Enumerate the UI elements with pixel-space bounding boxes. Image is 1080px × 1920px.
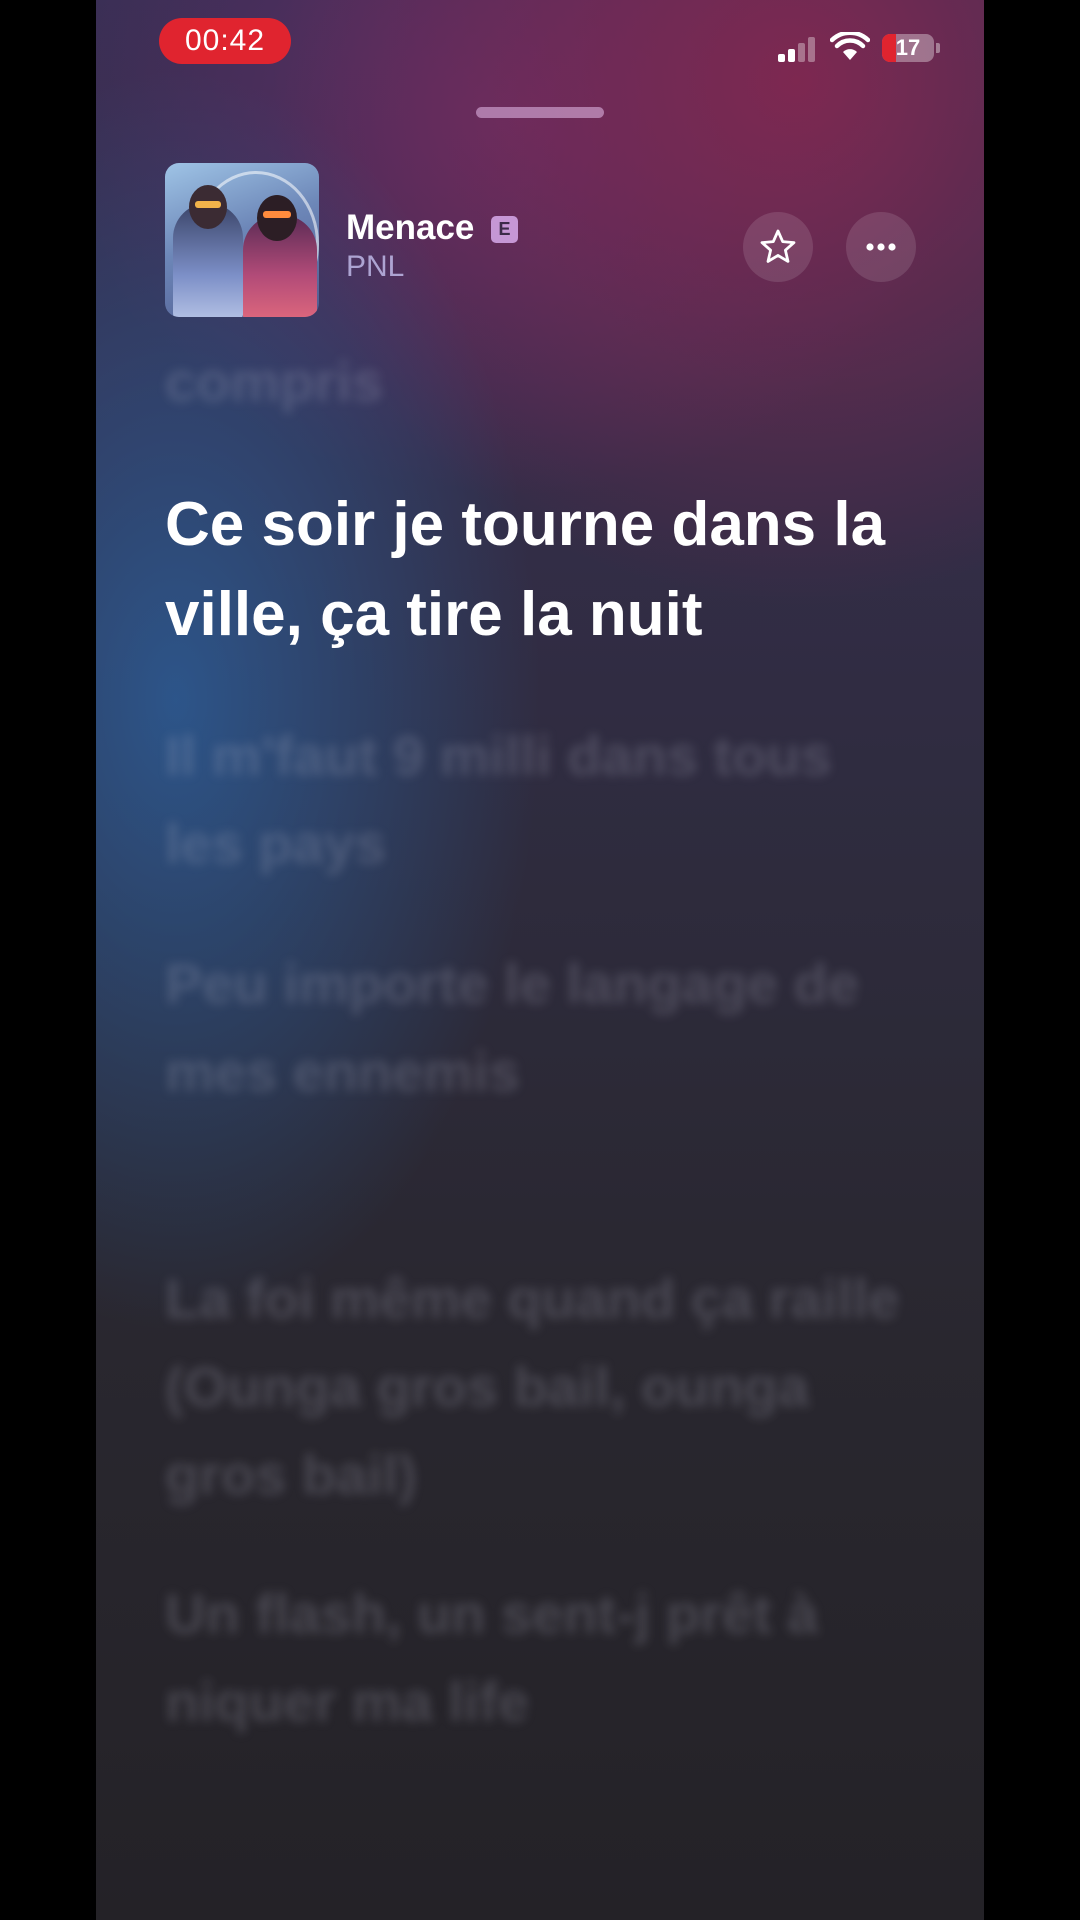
explicit-badge: E — [491, 216, 518, 243]
lyric-line[interactable]: Un flash, un sent-j prêt à niquer ma lif… — [165, 1570, 925, 1746]
lyric-line-current[interactable]: Ce soir je tourne dans la ville, ça tire… — [165, 480, 925, 660]
wifi-icon — [830, 32, 870, 60]
lyric-line[interactable]: La foi même quand ça raille (Ounga gros … — [165, 1255, 925, 1519]
lyrics-screen: 00:42 17 Menace E PNL compris Ce soir je… — [96, 0, 984, 1920]
artist-name[interactable]: PNL — [346, 250, 404, 284]
screen-recording-time[interactable]: 00:42 — [159, 18, 291, 64]
cellular-signal-icon — [778, 36, 820, 62]
lyric-line-previous[interactable]: compris — [165, 338, 925, 426]
sheet-grabber[interactable] — [476, 107, 604, 118]
album-artwork[interactable] — [165, 163, 319, 317]
ellipsis-icon — [866, 243, 896, 251]
lyric-line[interactable]: Il m'faut 9 milli dans tous les pays — [165, 712, 925, 888]
battery-indicator: 17 — [882, 34, 934, 62]
battery-tip — [936, 43, 940, 53]
lyric-line[interactable]: Peu importe le langage de mes ennemis — [165, 940, 925, 1116]
favorite-button[interactable] — [743, 212, 813, 282]
star-icon — [760, 229, 796, 263]
song-title[interactable]: Menace — [346, 208, 474, 248]
battery-level: 17 — [895, 35, 921, 60]
more-options-button[interactable] — [846, 212, 916, 282]
